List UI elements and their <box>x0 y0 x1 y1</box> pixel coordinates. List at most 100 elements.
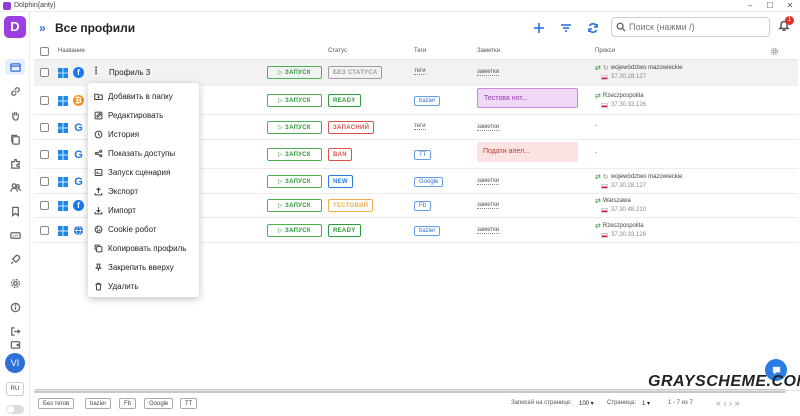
context-menu-item[interactable]: Добавить в папку <box>88 87 199 106</box>
status-badge[interactable]: ЗАПАСНИЙ <box>328 121 375 134</box>
launch-button[interactable]: ▷ ЗАПУСК <box>267 121 322 134</box>
status-badge[interactable]: READY <box>328 224 361 237</box>
sidebar-item-extensions[interactable] <box>5 155 25 171</box>
status-badge[interactable]: БЕЗ СТАТУСА <box>328 66 383 79</box>
per-page-select[interactable]: 100 ▾ <box>579 400 594 407</box>
context-menu-item[interactable]: История <box>88 125 199 144</box>
note-text[interactable]: заметки <box>477 178 500 185</box>
page-select[interactable]: 1 ▾ <box>642 400 650 407</box>
users-icon <box>9 182 21 192</box>
status-badge[interactable]: NEW <box>328 175 353 188</box>
row-checkbox[interactable] <box>40 96 49 105</box>
row-checkbox[interactable] <box>40 123 49 132</box>
tag-filter-bazier[interactable]: bazier <box>85 398 112 409</box>
context-menu-item[interactable]: Копировать профиль <box>88 239 199 258</box>
launch-button[interactable]: ▷ ЗАПУСК <box>267 175 322 188</box>
context-menu-item[interactable]: Редактировать <box>88 106 199 125</box>
tag-chip[interactable]: теги <box>414 123 426 130</box>
sidebar-item-settings[interactable] <box>5 275 25 291</box>
minimize-button[interactable]: – <box>740 0 760 12</box>
context-menu-item[interactable]: Импорт <box>88 201 199 220</box>
sidebar-item-api[interactable]: API <box>5 227 25 243</box>
more-options-button[interactable]: ⋮ <box>91 66 101 77</box>
select-all-checkbox[interactable] <box>40 47 49 56</box>
sidebar-item-proxy[interactable] <box>5 83 25 99</box>
context-menu-item[interactable]: Закрепить вверху <box>88 258 199 277</box>
status-badge[interactable]: ТЕСТОВИЙ <box>328 199 374 212</box>
note-text[interactable]: заметки <box>477 124 500 131</box>
context-menu-item[interactable]: Экспорт <box>88 182 199 201</box>
proxy-cell[interactable]: ⇄ Rzeczpospolita 37.30.33.126 <box>595 92 646 108</box>
note-text[interactable]: заметки <box>477 202 500 209</box>
proxy-cell[interactable]: - <box>595 123 597 129</box>
sidebar-item-launch[interactable] <box>5 251 25 267</box>
os-windows <box>58 150 68 160</box>
sidebar-item-info[interactable] <box>5 299 25 315</box>
tag-filter-fb[interactable]: Fb <box>119 398 137 409</box>
column-proxy[interactable]: Прокси <box>595 48 615 54</box>
sidebar-item-wallet[interactable] <box>5 336 25 352</box>
profile-name[interactable]: Профиль 3 <box>109 68 150 77</box>
sidebar: D API VI RU <box>0 12 30 416</box>
status-badge[interactable]: READY <box>328 94 361 107</box>
tag-filter-tt[interactable]: TT <box>180 398 198 409</box>
tag-chip[interactable]: Fb <box>414 201 432 211</box>
filter-button[interactable] <box>558 20 574 36</box>
search-input[interactable] <box>629 22 764 32</box>
pagination-nav[interactable]: « ‹ › » <box>716 398 740 408</box>
note-text[interactable]: заметки <box>477 69 500 76</box>
column-notes[interactable]: Заметки <box>477 48 500 54</box>
close-button[interactable]: ✕ <box>780 0 800 12</box>
sidebar-item-automation[interactable] <box>5 107 25 123</box>
tag-chip[interactable]: bazier <box>414 226 441 236</box>
note-text[interactable]: заметки <box>477 227 500 234</box>
column-name[interactable]: Название <box>58 48 85 54</box>
tag-filter-google[interactable]: Google <box>144 398 174 409</box>
sidebar-item-bookmarks[interactable] <box>5 203 25 219</box>
launch-button[interactable]: ▷ ЗАПУСК <box>267 94 322 107</box>
sidebar-item-copy[interactable] <box>5 131 25 147</box>
search-box[interactable] <box>611 17 770 37</box>
row-checkbox[interactable] <box>40 201 49 210</box>
sidebar-item-profiles[interactable] <box>5 59 25 75</box>
theme-toggle[interactable] <box>6 405 24 414</box>
note-text[interactable]: Подати апел... <box>477 142 578 162</box>
launch-button[interactable]: ▷ ЗАПУСК <box>267 224 322 237</box>
language-switch[interactable]: RU <box>6 382 24 396</box>
proxy-cell[interactable]: ⇄ ↻ województwo mazowieckie 37.30.28.127 <box>595 64 682 80</box>
status-badge[interactable]: BAN <box>328 148 352 161</box>
refresh-button[interactable] <box>585 20 601 36</box>
sidebar-item-team[interactable] <box>5 179 25 195</box>
column-tags[interactable]: Теги <box>414 48 426 54</box>
row-checkbox[interactable] <box>40 150 49 159</box>
maximize-button[interactable]: ☐ <box>760 0 780 12</box>
tag-filter-no-tags[interactable]: Без тегов <box>38 398 75 409</box>
tag-chip[interactable]: Google <box>414 177 444 187</box>
expand-sidebar-icon[interactable]: » <box>39 21 46 35</box>
add-profile-button[interactable] <box>531 20 547 36</box>
tag-chip[interactable]: bazier <box>414 96 441 106</box>
tag-chip[interactable]: TT <box>414 150 432 160</box>
proxy-cell[interactable]: ⇄ Rzeczpospolita 37.30.33.126 <box>595 222 646 238</box>
notifications-button[interactable]: 1 <box>778 16 794 35</box>
user-avatar[interactable]: VI <box>5 353 25 373</box>
launch-button[interactable]: ▷ ЗАПУСК <box>267 199 322 212</box>
row-checkbox[interactable] <box>40 68 49 77</box>
sync-icon: ⇄ <box>595 93 601 100</box>
proxy-cell[interactable]: - <box>595 150 597 156</box>
tag-chip[interactable]: теги <box>414 68 426 75</box>
dolphin-logo[interactable]: D <box>4 16 26 38</box>
context-menu-item[interactable]: Удалить <box>88 277 199 296</box>
row-checkbox[interactable] <box>40 226 49 235</box>
context-menu-item[interactable]: Cookie робот <box>88 220 199 239</box>
row-checkbox[interactable] <box>40 177 49 186</box>
proxy-cell[interactable]: ⇄ Warszawa 37.30.48.210 <box>595 197 646 213</box>
column-status[interactable]: Статус <box>328 48 347 54</box>
context-menu-item[interactable]: Запуск сценария <box>88 163 199 182</box>
launch-button[interactable]: ▷ ЗАПУСК <box>267 66 322 79</box>
note-text[interactable]: Тестова нот... <box>477 88 578 108</box>
proxy-cell[interactable]: ⇄ ↻ województwo mazowieckie 37.30.28.127 <box>595 173 682 189</box>
launch-button[interactable]: ▷ ЗАПУСК <box>267 148 322 161</box>
context-menu-item[interactable]: Показать доступы <box>88 144 199 163</box>
column-settings-button[interactable] <box>770 47 779 58</box>
